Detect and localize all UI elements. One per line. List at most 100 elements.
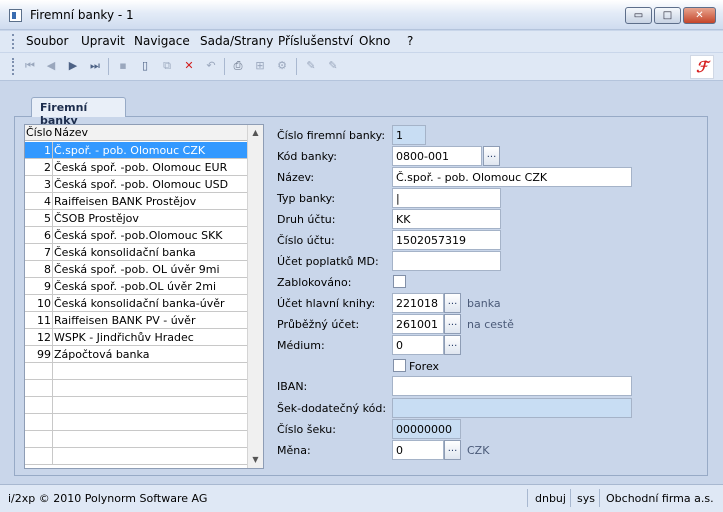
list-scrollbar[interactable]: ▲ ▼: [247, 125, 263, 468]
column-divider: [52, 414, 53, 431]
label-typ-banky: Typ banky:: [277, 192, 336, 205]
column-header-number[interactable]: Číslo: [26, 126, 52, 139]
tree-icon[interactable]: ⊞: [253, 59, 267, 73]
nazev-field[interactable]: Č.spoř. - pob. Olomouc CZK: [392, 167, 632, 187]
edit-alt-icon[interactable]: ✎: [326, 59, 340, 73]
kod-banky-field[interactable]: 0800-001: [392, 146, 482, 166]
forex-checkbox[interactable]: [393, 359, 406, 372]
row-name: Česká spoř. -pob.OL úvěr 2mi: [54, 280, 217, 293]
menu-help[interactable]: ?: [407, 34, 413, 48]
status-user: dnbuj: [535, 492, 566, 505]
last-record-icon[interactable]: ⏭: [88, 59, 102, 73]
list-row[interactable]: [25, 448, 249, 465]
label-kod-banky: Kód banky:: [277, 150, 337, 163]
toolbar-grip: [12, 58, 15, 75]
ucet-poplatku-field[interactable]: [392, 251, 501, 271]
mena-field[interactable]: 0: [392, 440, 444, 460]
close-button[interactable]: ✕: [683, 7, 716, 24]
first-record-icon[interactable]: ⏮: [23, 59, 37, 73]
list-row[interactable]: 12 WSPK - Jindřichův Hradec: [25, 329, 249, 346]
druh-uctu-field[interactable]: KK: [392, 209, 501, 229]
cislo-seku-field[interactable]: 00000000: [392, 419, 461, 439]
list-row[interactable]: [25, 363, 249, 380]
save-icon[interactable]: ▪: [116, 59, 130, 73]
sek-dodatecny-kod-field[interactable]: [392, 398, 632, 418]
prubezny-ucet-lookup-button[interactable]: ...: [444, 314, 461, 334]
kod-banky-lookup-button[interactable]: ...: [483, 146, 500, 166]
row-number: 99: [37, 348, 51, 361]
row-name: WSPK - Jindřichův Hradec: [54, 331, 194, 344]
app-icon[interactable]: [9, 9, 22, 22]
scroll-down-icon[interactable]: ▼: [248, 452, 263, 468]
scroll-up-icon[interactable]: ▲: [248, 125, 263, 141]
menu-sada-strany[interactable]: Sada/Strany: [200, 34, 273, 48]
menu-navigace[interactable]: Navigace: [134, 34, 190, 48]
new-record-icon[interactable]: ▯: [138, 59, 152, 73]
toolbar-separator: [108, 58, 109, 75]
toolbar-separator: [224, 58, 225, 75]
ucet-hlavni-knihy-lookup-button[interactable]: ...: [444, 293, 461, 313]
list-row[interactable]: 10 Česká konsolidační banka-úvěr: [25, 295, 249, 312]
zablokovano-checkbox[interactable]: [393, 275, 406, 288]
label-druh-uctu: Druh účtu:: [277, 213, 336, 226]
list-row[interactable]: 2 Česká spoř. -pob. Olomouc EUR: [25, 159, 249, 176]
list-row[interactable]: 1 Č.spoř. - pob. Olomouc CZK: [25, 142, 249, 159]
status-separator: [599, 489, 600, 507]
list-row[interactable]: 7 Česká konsolidační banka: [25, 244, 249, 261]
maximize-button[interactable]: □: [654, 7, 681, 24]
undo-icon[interactable]: ↶: [204, 59, 218, 73]
list-row[interactable]: 99 Zápočtová banka: [25, 346, 249, 363]
list-row[interactable]: [25, 380, 249, 397]
prubezny-ucet-field[interactable]: 261001: [392, 314, 444, 334]
row-number: 11: [37, 314, 51, 327]
row-name: Raiffeisen BANK PV - úvěr: [54, 314, 196, 327]
medium-field[interactable]: 0: [392, 335, 444, 355]
row-number: 5: [44, 212, 51, 225]
settings-icon[interactable]: ⚙: [275, 59, 289, 73]
list-row[interactable]: 8 Česká spoř. -pob. OL úvěr 9mi: [25, 261, 249, 278]
label-iban: IBAN:: [277, 380, 308, 393]
list-row[interactable]: 5 ČSOB Prostějov: [25, 210, 249, 227]
list-row[interactable]: [25, 414, 249, 431]
cislo-firemni-banky-field[interactable]: 1: [392, 125, 426, 145]
menu-grip: [12, 34, 15, 49]
mena-lookup-button[interactable]: ...: [444, 440, 461, 460]
typ-banky-field[interactable]: |: [392, 188, 501, 208]
menu-okno[interactable]: Okno: [359, 34, 390, 48]
column-header-name[interactable]: Název: [54, 126, 88, 139]
next-record-icon[interactable]: ▶: [66, 59, 80, 73]
previous-record-icon[interactable]: ◀: [44, 59, 58, 73]
column-divider: [52, 346, 53, 363]
list-row[interactable]: 11 Raiffeisen BANK PV - úvěr: [25, 312, 249, 329]
column-divider: [52, 244, 53, 261]
column-divider: [52, 448, 53, 465]
list-row[interactable]: [25, 397, 249, 414]
window-title: Firemní banky - 1: [30, 8, 134, 22]
status-copyright: i/2xp © 2010 Polynorm Software AG: [8, 492, 208, 505]
list-row[interactable]: 3 Česká spoř. -pob. Olomouc USD: [25, 176, 249, 193]
menu-soubor[interactable]: Soubor: [26, 34, 68, 48]
tab-firemni-banky[interactable]: Firemní banky: [31, 97, 126, 127]
minimize-button[interactable]: ▭: [625, 7, 652, 24]
bank-list[interactable]: Číslo Název 1 Č.spoř. - pob. Olomouc CZK 2…: [24, 124, 264, 469]
ucet-hlavni-knihy-field[interactable]: 221018: [392, 293, 444, 313]
menu-upravit[interactable]: Upravit: [81, 34, 125, 48]
cislo-uctu-field[interactable]: 1502057319: [392, 230, 501, 250]
menu-prislusenstvi[interactable]: Příslušenství: [278, 34, 353, 48]
delete-icon[interactable]: ✕: [182, 59, 196, 73]
list-rows: 1 Č.spoř. - pob. Olomouc CZK 2 Česká spoř. …: [25, 142, 249, 465]
mena-hint: CZK: [467, 444, 490, 457]
list-row[interactable]: [25, 431, 249, 448]
copy-icon[interactable]: ⧉: [160, 59, 174, 73]
list-row[interactable]: 9 Česká spoř. -pob.OL úvěr 2mi: [25, 278, 249, 295]
medium-lookup-button[interactable]: ...: [444, 335, 461, 355]
print-icon[interactable]: ⎙: [231, 59, 245, 73]
edit-icon[interactable]: ✎: [304, 59, 318, 73]
iban-field[interactable]: [392, 376, 632, 396]
row-number: 1: [44, 144, 51, 157]
label-ucet-poplatku: Účet poplatků MD:: [277, 255, 379, 268]
column-divider: [52, 176, 53, 193]
list-row[interactable]: 6 Česká spoř. -pob.Olomouc SKK: [25, 227, 249, 244]
list-row[interactable]: 4 Raiffeisen BANK Prostějov: [25, 193, 249, 210]
row-name: Č.spoř. - pob. Olomouc CZK: [54, 144, 206, 157]
